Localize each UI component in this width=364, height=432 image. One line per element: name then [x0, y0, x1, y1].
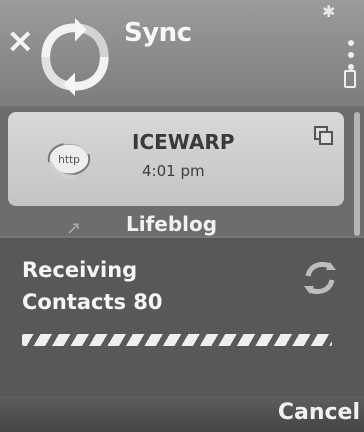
sync-profile-list: http ICEWARP 4:01 pm ↗ Lifeblog	[0, 106, 364, 239]
progress-detail: Contacts 80	[22, 290, 163, 314]
signal-star-icon: ✱	[322, 2, 336, 21]
close-icon[interactable]: ×	[6, 24, 36, 58]
syncing-icon	[304, 261, 336, 295]
sync-progress-dialog: Receiving Contacts 80	[0, 236, 364, 398]
progress-status: Receiving	[22, 258, 138, 282]
app-header: × Sync ✱	[0, 0, 364, 106]
progress-bar	[22, 334, 332, 346]
battery-icon	[344, 70, 356, 88]
sync-app-icon	[41, 18, 109, 96]
sync-screen: × Sync ✱ http ICEWARP 4:01 pm ↗ Lifeblog…	[0, 0, 364, 432]
list-item-lifeblog[interactable]: Lifeblog	[126, 212, 217, 236]
cancel-button[interactable]: Cancel	[278, 400, 360, 425]
copy-icon	[314, 126, 333, 145]
svg-text:http: http	[58, 153, 80, 166]
profile-sync-icon: http	[47, 140, 91, 179]
list-item-icewarp[interactable]: http ICEWARP 4:01 pm	[8, 112, 344, 206]
progress-fill	[22, 334, 332, 346]
scrollbar[interactable]	[354, 112, 360, 236]
profile-name: ICEWARP	[132, 130, 235, 154]
profile-last-sync: 4:01 pm	[142, 162, 205, 180]
page-title: Sync	[124, 18, 192, 48]
softkey-bar: Cancel	[0, 396, 364, 432]
